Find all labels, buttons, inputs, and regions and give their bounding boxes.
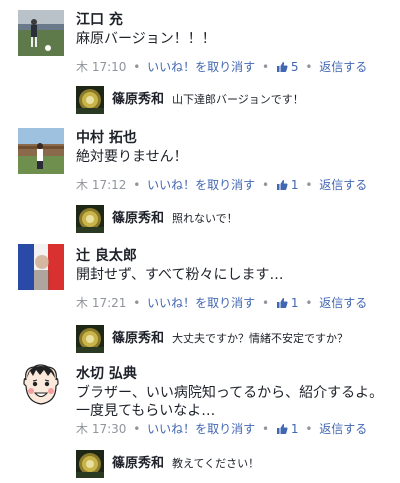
comment-author[interactable]: 中村 拓也: [76, 129, 137, 147]
comment-text: 絶対要りません！: [76, 149, 188, 165]
avatar[interactable]: [76, 325, 104, 353]
unlike-link[interactable]: いいね！を取り消す: [147, 422, 255, 436]
separator: •: [305, 60, 313, 74]
comment-day: 木: [76, 60, 89, 74]
comment-text: 開封せず、すべて粉々にします…: [76, 267, 284, 283]
separator: •: [133, 422, 141, 436]
reply-link[interactable]: 返信する: [319, 60, 367, 74]
comment-day: 木: [76, 422, 89, 436]
reply-text: 照れないで！: [172, 212, 238, 225]
separator: •: [305, 296, 313, 310]
comment-time[interactable]: 17:21: [92, 296, 127, 310]
unlike-link[interactable]: いいね！を取り消す: [147, 60, 255, 74]
reply-author[interactable]: 篠原秀和: [112, 92, 164, 108]
comment: 辻 良太郎 開封せず、すべて粉々にします… 木 17:21 • いいね！を取り消…: [0, 236, 400, 354]
separator: •: [262, 422, 270, 436]
reply-avatar-photo: [76, 325, 104, 353]
comment-meta: 木 17:12 • いいね！を取り消す • 1 • 返信する: [76, 177, 367, 193]
reply-avatar-photo: [76, 450, 104, 478]
comment-text: ブラザー、いい病院知ってるから、紹介するよ。: [76, 385, 384, 401]
flag-overlay-photo: [18, 244, 64, 290]
reply-text: 大丈夫ですか？情緒不安定ですか？: [172, 332, 348, 345]
unlike-link[interactable]: いいね！を取り消す: [147, 178, 255, 192]
like-count-value: 1: [290, 178, 299, 192]
like-count[interactable]: 1: [276, 422, 302, 436]
comment-meta: 木 17:21 • いいね！を取り消す • 1 • 返信する: [76, 295, 367, 311]
comment-meta: 木 17:10 • いいね！を取り消す • 5 • 返信する: [76, 59, 367, 75]
like-count[interactable]: 5: [276, 60, 302, 74]
reply-text: 山下達郎バージョンです！: [172, 93, 304, 106]
comment: 中村 拓也 絶対要りません！ 木 17:12 • いいね！を取り消す • 1 •…: [0, 118, 400, 236]
comment-author[interactable]: 江口 充: [76, 11, 123, 29]
comment-time[interactable]: 17:12: [92, 178, 127, 192]
thumbs-up-icon: [276, 424, 288, 434]
reply-avatar-photo: [76, 86, 104, 114]
thumbs-up-icon: [276, 62, 288, 72]
separator: •: [133, 178, 141, 192]
reply-author[interactable]: 篠原秀和: [112, 211, 164, 227]
cartoon-face-avatar: [18, 362, 64, 408]
avatar[interactable]: [76, 86, 104, 114]
comment-time[interactable]: 17:10: [92, 60, 127, 74]
separator: •: [305, 422, 313, 436]
avatar[interactable]: [18, 244, 64, 290]
avatar[interactable]: [76, 205, 104, 233]
comment-day: 木: [76, 296, 89, 310]
thumbs-up-icon: [276, 298, 288, 308]
avatar[interactable]: [18, 10, 64, 56]
like-count-value: 5: [290, 60, 299, 74]
avatar[interactable]: [18, 128, 64, 174]
comment-text: 一度見てもらいなよ…: [76, 403, 216, 419]
person-outdoor-photo: [18, 128, 64, 174]
comment-meta: 木 17:30 • いいね！を取り消す • 1 • 返信する: [76, 421, 367, 437]
comment: 江口 充 麻原バージョン！！！ 木 17:10 • いいね！を取り消す • 5 …: [0, 0, 400, 118]
reply-avatar-photo: [76, 205, 104, 233]
separator: •: [133, 60, 141, 74]
like-count[interactable]: 1: [276, 296, 302, 310]
reply-text: 教えてください！: [172, 457, 260, 470]
comment-time[interactable]: 17:30: [92, 422, 127, 436]
comment-author[interactable]: 辻 良太郎: [76, 247, 137, 265]
soccer-player-photo: [18, 10, 64, 56]
separator: •: [262, 296, 270, 310]
comment-day: 木: [76, 178, 89, 192]
avatar[interactable]: [76, 450, 104, 478]
reply-link[interactable]: 返信する: [319, 422, 367, 436]
reply-link[interactable]: 返信する: [319, 296, 367, 310]
like-count-value: 1: [290, 422, 299, 436]
separator: •: [262, 178, 270, 192]
separator: •: [262, 60, 270, 74]
comment: 水切 弘典 ブラザー、いい病院知ってるから、紹介するよ。 一度見てもらいなよ… …: [0, 354, 400, 483]
avatar[interactable]: [18, 362, 64, 408]
reply-author[interactable]: 篠原秀和: [112, 456, 164, 472]
like-count-value: 1: [290, 296, 299, 310]
unlike-link[interactable]: いいね！を取り消す: [147, 296, 255, 310]
comment-text: 麻原バージョン！！！: [76, 31, 216, 47]
reply-link[interactable]: 返信する: [319, 178, 367, 192]
like-count[interactable]: 1: [276, 178, 302, 192]
thumbs-up-icon: [276, 180, 288, 190]
separator: •: [305, 178, 313, 192]
reply-author[interactable]: 篠原秀和: [112, 331, 164, 347]
separator: •: [133, 296, 141, 310]
comment-author[interactable]: 水切 弘典: [76, 365, 137, 383]
